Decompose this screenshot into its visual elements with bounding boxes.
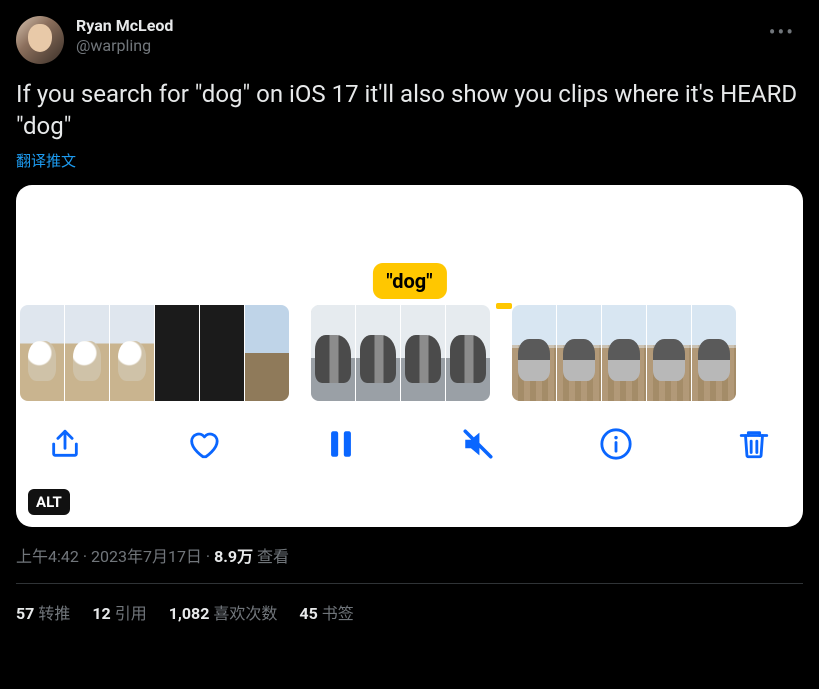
clip-frame (557, 305, 601, 401)
media-card[interactable]: "dog" (16, 185, 803, 527)
clip-frame (692, 305, 736, 401)
caption-pill: "dog" (372, 263, 446, 299)
translate-link[interactable]: 翻译推文 (16, 150, 76, 171)
display-name: Ryan McLeod (76, 16, 749, 36)
share-icon[interactable] (48, 427, 82, 465)
author-identity[interactable]: Ryan McLeod @warpling (76, 16, 749, 56)
stat-bookmarks[interactable]: 45书签 (299, 600, 353, 624)
handle: @warpling (76, 36, 749, 56)
clip-frame (245, 305, 289, 401)
pause-icon[interactable] (324, 427, 358, 465)
clip-frame (110, 305, 154, 401)
mute-icon[interactable] (461, 427, 495, 465)
clip-frame (446, 305, 490, 401)
clip-frame (65, 305, 109, 401)
clip-group-2[interactable] (311, 305, 490, 401)
alt-badge[interactable]: ALT (28, 489, 70, 515)
clip-frame (602, 305, 646, 401)
tweet-text: If you search for "dog" on iOS 17 it'll … (16, 78, 803, 142)
clip-group-1[interactable] (20, 305, 289, 401)
clip-timeline[interactable] (16, 305, 803, 401)
stat-likes[interactable]: 1,082喜欢次数 (169, 600, 278, 624)
tweet-container: Ryan McLeod @warpling ••• If you search … (0, 0, 819, 640)
stat-retweets[interactable]: 57转推 (16, 600, 70, 624)
clip-group-3[interactable] (512, 305, 736, 401)
views-count: 8.9万 (214, 547, 253, 566)
clip-frame (512, 305, 556, 401)
clip-frame (356, 305, 400, 401)
scrub-marker (496, 303, 512, 309)
media-toolbar (16, 401, 803, 465)
tweet-stats: 57转推 12引用 1,082喜欢次数 45书签 (16, 584, 803, 640)
avatar[interactable] (16, 16, 64, 64)
media-top-whitespace: "dog" (16, 185, 803, 305)
tweet-header: Ryan McLeod @warpling ••• (16, 16, 803, 64)
tweet-date[interactable]: 2023年7月17日 (91, 547, 202, 566)
heart-icon[interactable] (186, 427, 220, 465)
views-label: 查看 (257, 547, 289, 566)
trash-icon[interactable] (737, 427, 771, 465)
info-icon[interactable] (599, 427, 633, 465)
clip-frame (200, 305, 244, 401)
tweet-meta: 上午4:42 · 2023年7月17日 · 8.9万 查看 (16, 543, 803, 584)
more-icon[interactable]: ••• (761, 16, 803, 48)
clip-frame (647, 305, 691, 401)
clip-frame (20, 305, 64, 401)
clip-frame (311, 305, 355, 401)
clip-frame (155, 305, 199, 401)
clip-frame (401, 305, 445, 401)
stat-quotes[interactable]: 12引用 (92, 600, 146, 624)
tweet-time[interactable]: 上午4:42 (16, 547, 79, 566)
